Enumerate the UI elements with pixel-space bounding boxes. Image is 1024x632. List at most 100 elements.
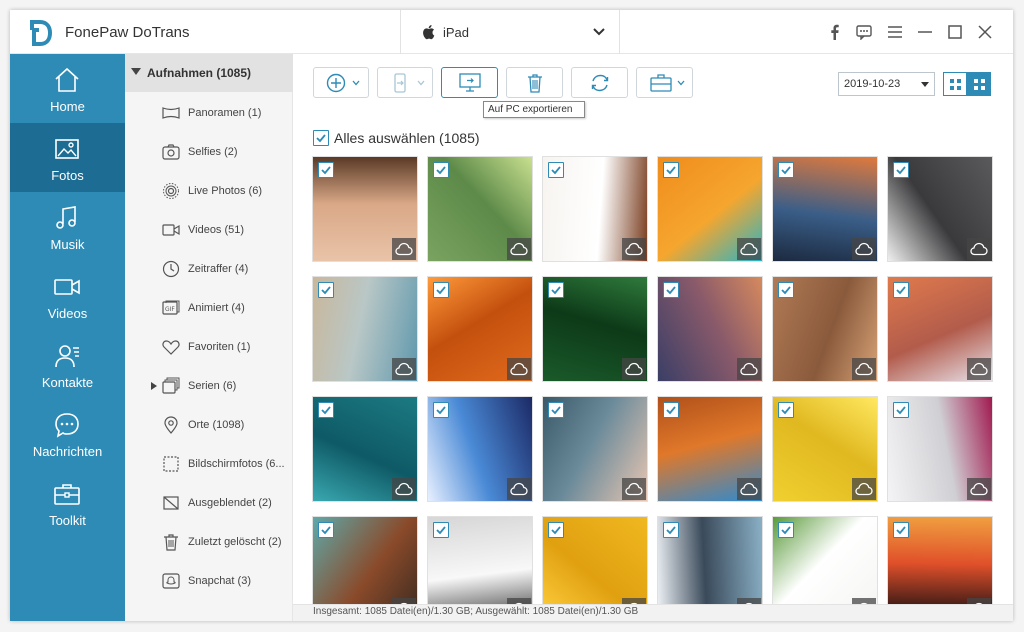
photo-checkbox[interactable] (893, 522, 909, 538)
album-list: Aufnahmen (1085) Panoramen (1) Selfies (… (125, 54, 293, 621)
delete-button[interactable] (506, 67, 563, 98)
nav-item-kontakte[interactable]: Kontakte (10, 330, 125, 399)
photo-thumbnail[interactable] (427, 396, 533, 502)
photo-checkbox[interactable] (663, 162, 679, 178)
photo-thumbnail[interactable] (657, 516, 763, 604)
photo-checkbox[interactable] (778, 282, 794, 298)
select-all-checkbox[interactable] (313, 130, 329, 146)
export-to-pc-button[interactable] (441, 67, 498, 98)
album-item-snapchat[interactable]: Snapchat (3) (125, 562, 293, 600)
add-button[interactable] (313, 67, 369, 98)
cloud-icon (510, 362, 528, 376)
photo-checkbox[interactable] (663, 402, 679, 418)
nav-item-nachrichten[interactable]: Nachrichten (10, 399, 125, 468)
album-item-zeitraffer[interactable]: Zeitraffer (4) (125, 250, 293, 288)
cloud-icon (625, 482, 643, 496)
photo-checkbox[interactable] (433, 282, 449, 298)
checkmark-icon (896, 166, 906, 175)
photo-thumbnail[interactable] (542, 396, 648, 502)
photo-checkbox[interactable] (318, 282, 334, 298)
photo-checkbox[interactable] (663, 282, 679, 298)
album-header-aufnahmen[interactable]: Aufnahmen (1085) (125, 54, 293, 92)
nav-item-toolkit[interactable]: Toolkit (10, 468, 125, 537)
album-item-serien[interactable]: Serien (6) (125, 367, 293, 405)
album-item-ausgeblendet[interactable]: Ausgeblendet (2) (125, 484, 293, 522)
album-item-orte[interactable]: Orte (1098) (125, 406, 293, 444)
photo-thumbnail[interactable] (427, 156, 533, 262)
photo-thumbnail[interactable] (542, 276, 648, 382)
album-item-selfies[interactable]: Selfies (2) (125, 133, 293, 171)
photo-checkbox[interactable] (893, 162, 909, 178)
photo-checkbox[interactable] (778, 522, 794, 538)
album-item-bildschirmfotos[interactable]: Bildschirmfotos (6... (125, 445, 293, 483)
nav-item-home[interactable]: Home (10, 54, 125, 123)
minimize-icon[interactable] (917, 24, 933, 40)
photo-checkbox[interactable] (548, 402, 564, 418)
photo-thumbnail[interactable] (772, 516, 878, 604)
nav-item-videos[interactable]: Videos (10, 261, 125, 330)
album-item-animiert[interactable]: GIF Animiert (4) (125, 289, 293, 327)
photo-checkbox[interactable] (433, 522, 449, 538)
photo-thumbnail[interactable] (657, 276, 763, 382)
photo-thumbnail[interactable] (887, 516, 993, 604)
photo-thumbnail[interactable] (542, 516, 648, 604)
close-icon[interactable] (977, 24, 993, 40)
photo-thumbnail[interactable] (772, 156, 878, 262)
photo-thumbnail[interactable] (657, 156, 763, 262)
photo-thumbnail[interactable] (772, 396, 878, 502)
photo-thumbnail[interactable] (427, 516, 533, 604)
menu-icon[interactable] (887, 24, 903, 40)
photo-checkbox[interactable] (433, 402, 449, 418)
photo-checkbox[interactable] (433, 162, 449, 178)
device-selector[interactable]: iPad (400, 10, 620, 54)
photo-thumbnail[interactable] (887, 156, 993, 262)
album-item-favoriten[interactable]: Favoriten (1) (125, 328, 293, 366)
photo-checkbox[interactable] (663, 522, 679, 538)
checkmark-icon (781, 406, 791, 415)
view-grid-button[interactable] (967, 72, 991, 96)
photo-checkbox[interactable] (548, 162, 564, 178)
photo-checkbox[interactable] (318, 162, 334, 178)
maximize-icon[interactable] (947, 24, 963, 40)
export-device-button[interactable] (377, 67, 433, 98)
album-item-zuletzt-geloescht[interactable]: Zuletzt gelöscht (2) (125, 523, 293, 561)
photo-thumbnail[interactable] (772, 276, 878, 382)
checkmark-icon (666, 526, 676, 535)
photo-thumbnail[interactable] (312, 156, 418, 262)
photo-checkbox[interactable] (893, 402, 909, 418)
photo-thumbnail[interactable] (542, 156, 648, 262)
photo-thumbnail[interactable] (312, 276, 418, 382)
facebook-icon[interactable] (827, 24, 843, 40)
photo-checkbox[interactable] (548, 282, 564, 298)
date-filter-select[interactable]: 2019-10-23 (838, 72, 935, 96)
nav-item-fotos[interactable]: Fotos (10, 123, 125, 192)
photo-thumbnail[interactable] (312, 516, 418, 604)
album-item-videos[interactable]: Videos (51) (125, 211, 293, 249)
expand-arrow-icon[interactable] (151, 382, 157, 390)
photo-thumbnail[interactable] (657, 396, 763, 502)
album-item-live-photos[interactable]: Live Photos (6) (125, 172, 293, 210)
album-item-panoramen[interactable]: Panoramen (1) (125, 94, 293, 132)
photo-checkbox[interactable] (318, 402, 334, 418)
view-list-button[interactable] (943, 72, 967, 96)
nav-label: Home (50, 99, 85, 114)
chevron-down-icon (677, 80, 685, 86)
photo-thumbnail[interactable] (887, 396, 993, 502)
refresh-button[interactable] (571, 67, 628, 98)
photo-checkbox[interactable] (893, 282, 909, 298)
app-logo-icon (30, 20, 52, 46)
cloud-icon (740, 362, 758, 376)
photo-thumbnail[interactable] (427, 276, 533, 382)
toolbox-button[interactable] (636, 67, 693, 98)
cloud-icon (510, 242, 528, 256)
photo-checkbox[interactable] (548, 522, 564, 538)
feedback-icon[interactable] (856, 24, 872, 40)
location-icon (164, 416, 178, 434)
nav-item-musik[interactable]: Musik (10, 192, 125, 261)
photo-thumbnail[interactable] (887, 276, 993, 382)
photo-checkbox[interactable] (778, 162, 794, 178)
photo-checkbox[interactable] (778, 402, 794, 418)
photo-thumbnail[interactable] (312, 396, 418, 502)
photo-checkbox[interactable] (318, 522, 334, 538)
checkmark-icon (316, 134, 326, 143)
